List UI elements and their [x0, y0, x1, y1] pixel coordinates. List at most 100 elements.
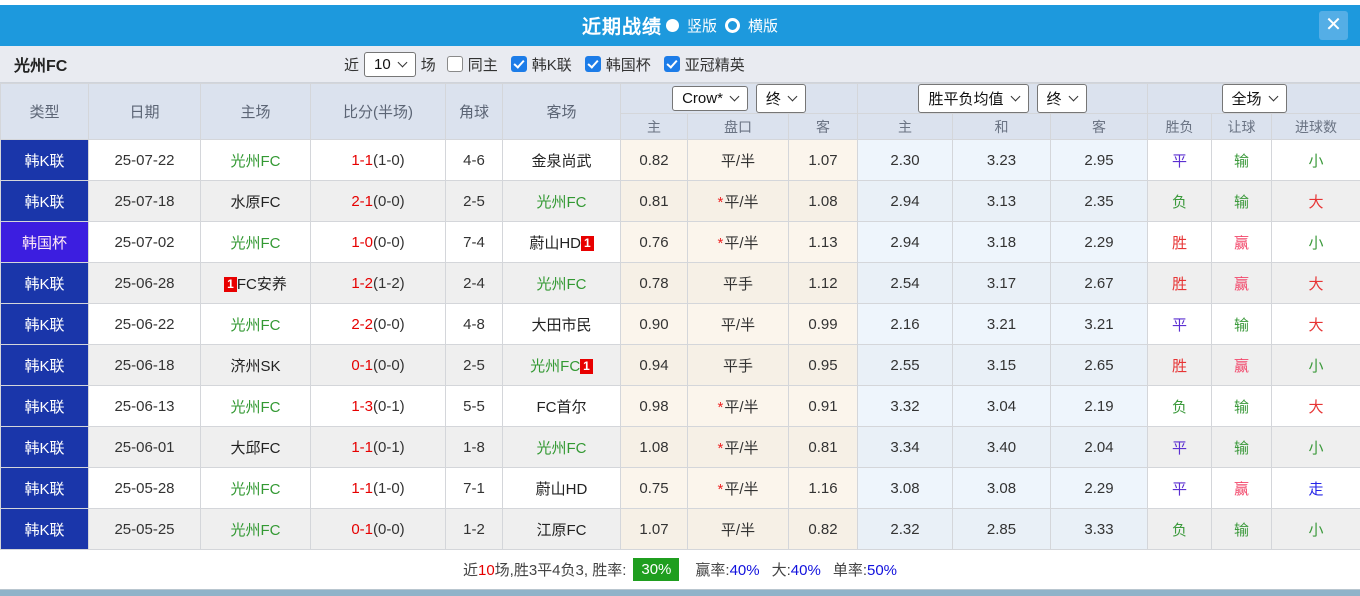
match-row: 韩K联 25-06-22 光州FC 2-2(0-0) 4-8 大田市民 0.90 平/半 0.9… [0, 303, 1360, 345]
europe-home-odds-cell: 2.94 [857, 180, 953, 222]
filter-bar: 光州FC 近 10 场 同主 韩K联 韩国杯 亚冠精英 [0, 46, 1360, 83]
result-group-header: 全场 [1146, 83, 1360, 114]
title-bar: 近期战绩 竖版 横版 ✕ [0, 5, 1360, 46]
score-cell: 1-1(1-0) [310, 139, 446, 181]
europe-draw-odds-cell: 3.21 [952, 303, 1051, 345]
score-cell: 2-2(0-0) [310, 303, 446, 345]
full-time-score: 1-1 [351, 151, 373, 169]
asia-away-odds-cell: 0.95 [788, 344, 858, 386]
handicap-result-cell: 赢 [1211, 221, 1272, 263]
handicap-result-value: 输 [1233, 398, 1249, 416]
corner-cell: 7-1 [445, 467, 503, 509]
handicap-cell: *平/半 [687, 426, 789, 468]
home-team-cell: 光州FC [200, 139, 311, 181]
team-name: 光州FC [536, 193, 587, 211]
team-name: 水原FC [230, 193, 281, 211]
match-row: 韩K联 25-07-18 水原FC 2-1(0-0) 2-5 光州FC 0.81 *平/半 1.… [0, 180, 1360, 222]
full-time-score: 0-1 [351, 356, 373, 374]
radio-horizontal-layout[interactable] [725, 18, 740, 33]
match-date-cell: 25-06-22 [88, 303, 201, 345]
results-body: 韩K联 25-07-22 光州FC 1-1(1-0) 4-6 金泉尚武 0.82 平/半 1.0… [0, 139, 1360, 550]
close-icon[interactable]: ✕ [1319, 11, 1348, 40]
radio-vertical-layout[interactable] [665, 19, 679, 32]
horizontal-layout-label[interactable]: 横版 [748, 15, 778, 36]
league-type-cell: 韩K联 [0, 139, 89, 181]
win-rate-badge: 30% [633, 558, 680, 581]
team-name: 光州FC [230, 234, 281, 252]
league-acl-checkbox[interactable] [663, 56, 680, 72]
match-date-cell: 25-07-02 [88, 221, 201, 263]
europe-time-value: 终 [1046, 91, 1062, 108]
europe-home-odds-cell: 2.30 [857, 139, 953, 181]
league-koreacup-checkbox[interactable] [584, 56, 601, 72]
europe-company-select[interactable]: 胜平负均值 [918, 84, 1029, 113]
handicap-text: 平/半 [720, 521, 756, 539]
europe-away-odds-cell: 2.35 [1050, 180, 1148, 222]
match-count-value: 10 [374, 55, 391, 73]
asia-away-odds-cell: 1.07 [788, 139, 858, 181]
window-bottom-edge [0, 589, 1360, 596]
europe-away-odds-cell: 3.21 [1050, 303, 1148, 345]
over-rate: 大:40% [771, 562, 821, 579]
result-cell: 负 [1147, 385, 1212, 427]
result-value: 平 [1171, 152, 1187, 170]
goals-result-cell: 小 [1270, 221, 1360, 263]
same-home-checkbox[interactable] [446, 56, 463, 72]
handicap-text: 平/半 [724, 398, 759, 416]
europe-draw-odds-cell: 3.17 [952, 262, 1051, 304]
team-name: 光州FC [230, 480, 281, 498]
full-time-score: 1-3 [351, 397, 373, 415]
scope-value: 全场 [1231, 91, 1262, 108]
result-cell: 平 [1147, 426, 1212, 468]
match-row: 韩K联 25-05-25 光州FC 0-1(0-0) 1-2 江原FC 1.07 平/半 0.8… [0, 508, 1360, 550]
asia-time-select[interactable]: 终 [755, 84, 806, 113]
goals-result-cell: 小 [1270, 508, 1360, 550]
result-cell: 胜 [1147, 262, 1212, 304]
asia-company-select[interactable]: Crow* [672, 86, 748, 111]
subheader-eu-draw: 和 [952, 113, 1051, 140]
asia-away-odds-cell: 0.82 [788, 508, 858, 550]
handicap-result-value: 输 [1233, 316, 1249, 334]
match-count-select[interactable]: 10 [364, 51, 416, 77]
asia-home-odds-cell: 0.75 [620, 467, 688, 509]
home-team-cell: 光州FC [200, 467, 311, 509]
team-name: 蔚山HD [529, 234, 581, 252]
europe-time-select[interactable]: 终 [1036, 84, 1087, 113]
away-team-cell: 光州FC [502, 426, 621, 468]
europe-home-odds-cell: 2.55 [857, 344, 953, 386]
match-row: 韩国杯 25-07-02 光州FC 1-0(0-0) 7-4 蔚山HD 1 0.76 *平/半 1… [0, 221, 1360, 263]
vertical-layout-label[interactable]: 竖版 [687, 15, 717, 36]
team-name: FC安养 [236, 275, 287, 293]
scope-select[interactable]: 全场 [1221, 84, 1287, 113]
asia-home-odds-cell: 1.08 [620, 426, 688, 468]
europe-away-odds-cell: 2.29 [1050, 467, 1148, 509]
result-value: 平 [1171, 480, 1187, 498]
handicap-text: 平/半 [724, 234, 759, 252]
league-kleague-checkbox[interactable] [510, 56, 527, 72]
subheader-asia-away: 客 [788, 113, 858, 140]
team-name: 大邱FC [230, 439, 281, 457]
chevron-down-icon [1010, 91, 1020, 102]
chevron-down-icon [729, 91, 740, 102]
result-value: 负 [1171, 521, 1187, 539]
asia-home-odds-cell: 0.82 [620, 139, 688, 181]
match-row: 韩K联 25-05-28 光州FC 1-1(1-0) 7-1 蔚山HD 0.75 *平/半 1.… [0, 467, 1360, 509]
full-time-score: 1-1 [351, 479, 373, 497]
league-type-cell: 韩K联 [0, 467, 89, 509]
page-title: 近期战绩 [581, 17, 662, 38]
col-header-corner: 角球 [445, 83, 503, 140]
result-cell: 负 [1147, 180, 1212, 222]
goals-result-cell: 小 [1270, 344, 1360, 386]
handicap-result-cell: 输 [1211, 426, 1272, 468]
away-team-cell: 蔚山HD 1 [502, 221, 621, 263]
handicap-result-cell: 赢 [1211, 467, 1272, 509]
team-name: FC首尔 [536, 398, 587, 416]
home-team-cell: 光州FC [200, 508, 311, 550]
europe-draw-odds-cell: 3.23 [952, 139, 1051, 181]
match-row: 韩K联 25-07-22 光州FC 1-1(1-0) 4-6 金泉尚武 0.82 平/半 1.0… [0, 139, 1360, 181]
handicap-star: * [717, 234, 724, 252]
subheader-asia-home: 主 [620, 113, 688, 140]
handicap-text: 平/半 [724, 193, 759, 211]
handicap-result-value: 赢 [1233, 275, 1249, 293]
full-time-score: 0-1 [351, 520, 373, 538]
